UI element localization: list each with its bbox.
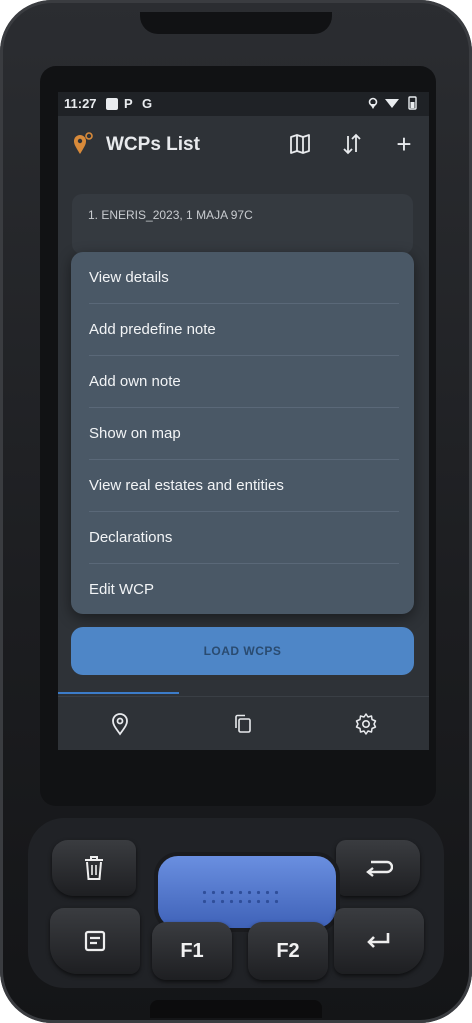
- menu-list-icon: [84, 930, 106, 952]
- f1-label: F1: [180, 939, 204, 962]
- device-frame: 11:27 P G WCPs List + 1. ENERIS_2023, 1 …: [0, 0, 472, 1023]
- charging-port: [150, 1000, 322, 1018]
- tab-documents[interactable]: [181, 697, 304, 750]
- location-pin-icon: [111, 713, 128, 736]
- back-hardware-key[interactable]: [336, 840, 420, 896]
- tab-location[interactable]: [58, 697, 181, 750]
- trash-icon: [85, 856, 103, 880]
- menu-item-view-details[interactable]: View details: [89, 252, 399, 304]
- sort-icon: [343, 133, 361, 155]
- menu-item-edit-wcp[interactable]: Edit WCP: [89, 564, 399, 615]
- enter-hardware-key[interactable]: [334, 908, 424, 974]
- notification-icon: [106, 98, 118, 110]
- load-wcps-button[interactable]: LOAD WCPS: [71, 627, 414, 675]
- delete-hardware-key[interactable]: [52, 840, 136, 896]
- page-title: WCPs List: [106, 134, 200, 155]
- f2-label: F2: [276, 939, 300, 962]
- device-speaker-notch: [140, 12, 332, 34]
- back-arrow-icon: [366, 860, 393, 877]
- status-bar: 11:27 P G: [58, 92, 429, 116]
- selected-tab-indicator: [58, 692, 179, 694]
- scan-button-texture: [200, 888, 280, 908]
- status-icons: [367, 96, 421, 113]
- menu-item-show-on-map[interactable]: Show on map: [89, 408, 399, 460]
- p-notification-icon: P: [124, 96, 133, 111]
- app-logo-icon: [74, 132, 93, 154]
- f2-hardware-key[interactable]: F2: [248, 922, 328, 980]
- settings-gear-icon: [355, 713, 376, 735]
- list-item[interactable]: 1. ENERIS_2023, 1 MAJA 97C: [72, 194, 413, 254]
- screen: 11:27 P G WCPs List + 1. ENERIS_2023, 1 …: [58, 92, 429, 750]
- bottom-navigation: [58, 696, 429, 750]
- add-icon: +: [396, 128, 412, 159]
- tab-settings[interactable]: [304, 697, 427, 750]
- google-notification-icon: G: [142, 96, 153, 111]
- location-wifi-battery-icon: [368, 96, 417, 110]
- map-button[interactable]: [286, 130, 314, 158]
- menu-item-add-predefine-note[interactable]: Add predefine note: [89, 304, 399, 356]
- menu-item-declarations[interactable]: Declarations: [89, 512, 399, 564]
- enter-arrow-icon: [367, 933, 390, 948]
- menu-item-view-real-estates[interactable]: View real estates and entities: [89, 460, 399, 512]
- copy-documents-icon: [234, 714, 251, 733]
- status-time: 11:27: [64, 96, 97, 111]
- f1-hardware-key[interactable]: F1: [152, 922, 232, 980]
- menu-item-add-own-note[interactable]: Add own note: [89, 356, 399, 408]
- context-menu: View details Add predefine note Add own …: [71, 252, 414, 614]
- map-icon: [290, 134, 310, 154]
- app-bar: WCPs List +: [58, 116, 429, 172]
- list-item-label: 1. ENERIS_2023, 1 MAJA 97C: [88, 208, 253, 222]
- add-button[interactable]: +: [390, 128, 418, 159]
- menu-hardware-key[interactable]: [50, 908, 140, 974]
- sort-button[interactable]: [338, 130, 366, 158]
